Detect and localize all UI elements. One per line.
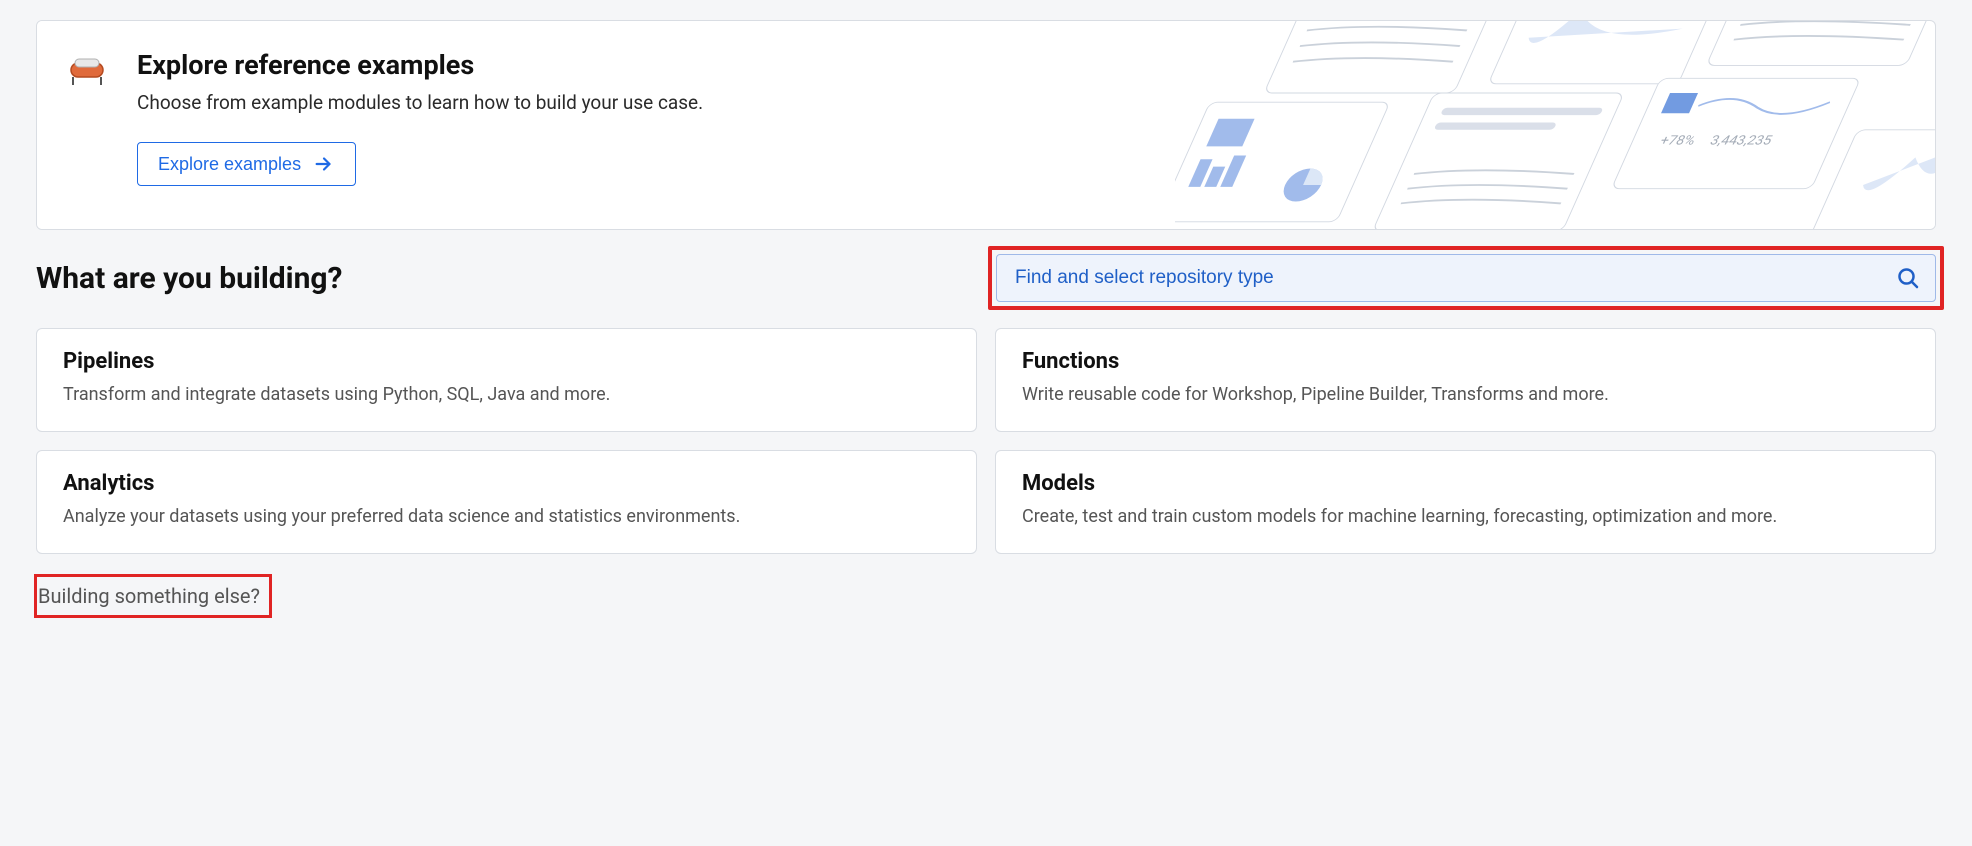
arrow-right-icon (313, 153, 335, 175)
heading-row: What are you building? (36, 254, 1936, 302)
search-icon (1896, 266, 1920, 290)
card-title: Pipelines (63, 349, 950, 374)
card-title: Functions (1022, 349, 1909, 374)
card-desc: Create, test and train custom models for… (1022, 504, 1909, 529)
card-title: Analytics (63, 471, 950, 496)
card-title: Models (1022, 471, 1909, 496)
svg-text:3,443,235: 3,443,235 (1707, 134, 1774, 149)
repository-type-search[interactable] (996, 254, 1936, 302)
search-input[interactable] (996, 254, 1936, 302)
card-desc: Write reusable code for Workshop, Pipeli… (1022, 382, 1909, 407)
building-else-link[interactable]: Building something else? (36, 576, 270, 616)
banner-title: Explore reference examples (137, 49, 703, 81)
explore-examples-label: Explore examples (158, 154, 301, 175)
banner-subtitle: Choose from example modules to learn how… (137, 91, 703, 114)
card-desc: Transform and integrate datasets using P… (63, 382, 950, 407)
page-heading: What are you building? (36, 261, 976, 296)
card-functions[interactable]: Functions Write reusable code for Worksh… (995, 328, 1936, 432)
mouse-template-icon (65, 53, 109, 97)
svg-text:+78%: +78% (1657, 134, 1697, 149)
footer-link-label: Building something else? (38, 584, 260, 608)
reference-examples-banner: Explore reference examples Choose from e… (36, 20, 1936, 230)
repository-type-cards: Pipelines Transform and integrate datase… (36, 328, 1936, 554)
isometric-cards-illustration: +78% 3,443,235 (1175, 20, 1936, 230)
card-analytics[interactable]: Analytics Analyze your datasets using yo… (36, 450, 977, 554)
card-pipelines[interactable]: Pipelines Transform and integrate datase… (36, 328, 977, 432)
card-models[interactable]: Models Create, test and train custom mod… (995, 450, 1936, 554)
card-desc: Analyze your datasets using your preferr… (63, 504, 950, 529)
explore-examples-button[interactable]: Explore examples (137, 142, 356, 186)
